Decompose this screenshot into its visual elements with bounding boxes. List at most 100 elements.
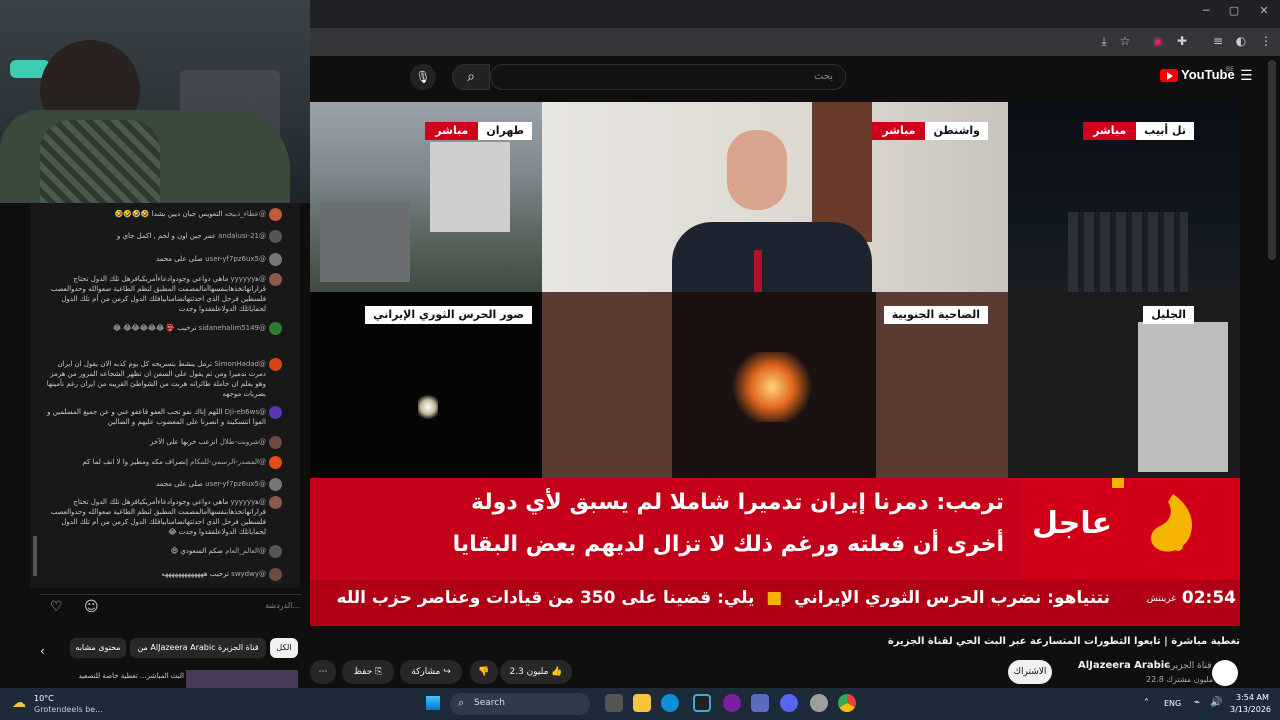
tile-irgc-images: صور الحرس الثوري الإيراني (310, 292, 542, 478)
related-title[interactable]: البث المباشر... تغطية خاصة للتصعيد (44, 672, 184, 680)
weather-icon[interactable]: ☁ (12, 695, 26, 711)
webcam-overlay (0, 0, 310, 203)
app-icon-2[interactable] (723, 694, 741, 712)
media-control-icon[interactable]: ≡ (1210, 34, 1226, 50)
clock-date[interactable]: 3/13/2026 (1230, 705, 1271, 714)
chat-author[interactable]: @user-yf7pz6ux5 (203, 255, 266, 263)
chat-avatar[interactable] (269, 568, 282, 581)
network-icon[interactable]: ⌁ (1194, 697, 1200, 708)
start-button[interactable] (426, 696, 440, 710)
save-button[interactable]: حفظ ⎘ (342, 660, 394, 684)
extensions-puzzle-icon[interactable]: ✚ (1174, 34, 1190, 50)
tray-chevron-icon[interactable]: ˄ (1144, 698, 1149, 709)
chat-avatar[interactable] (269, 436, 282, 449)
chat-avatar[interactable] (269, 478, 282, 491)
search-icon: ⌕ (467, 69, 475, 85)
chip-channel[interactable]: من AlJazeera Arabic قناة الجزيرة (130, 638, 266, 658)
page-scrollbar[interactable] (1268, 60, 1276, 260)
voice-search-icon[interactable]: 🎙 (410, 64, 436, 90)
tile-galilee: الجليل (1008, 292, 1240, 478)
chat-input[interactable]: الدردشة... (100, 601, 300, 610)
chat-author[interactable]: @sidanehalim5149 (196, 324, 266, 332)
chat-message: @sidanehalim5149 ترحيب 👺 😂😂😂😂😂 😂 (36, 322, 284, 346)
menu-icon[interactable]: ☰ (1240, 68, 1253, 84)
discord-icon[interactable] (780, 694, 798, 712)
subscribe-button[interactable]: الاشتراك (1008, 660, 1052, 684)
chat-author[interactable]: @عطاء_ذبيحه (222, 210, 266, 218)
emoji-icon[interactable]: ☺ (84, 599, 99, 615)
chat-avatar[interactable] (269, 406, 282, 419)
search-input[interactable]: بحث (490, 64, 846, 90)
chat-text: ترحيب هههههههههههههه (161, 570, 229, 578)
chat-avatar[interactable] (269, 208, 282, 221)
chat-avatar[interactable] (269, 253, 282, 266)
chat-message-text: @ﻫyyyyyy ماهي دواعي وجودوادعاءأمريكيافره… (38, 274, 266, 314)
tile-washington: مباشر واشنطن (542, 102, 1008, 292)
chat-avatar[interactable] (269, 273, 282, 286)
chat-author[interactable]: @المصدر-الرسمي-للمكام (188, 458, 266, 466)
chat-author[interactable]: @andalusi-21 (216, 232, 266, 240)
chat-author[interactable]: @swydwy (229, 570, 266, 578)
subscriber-count: 22.8 مليون مشترك (1146, 675, 1214, 684)
channel-avatar[interactable] (1212, 660, 1238, 686)
app-icon-4[interactable] (810, 694, 828, 712)
chat-text: إنصراف مكه ومطيز وا لا انف لما كم (82, 458, 188, 466)
chat-avatar[interactable] (269, 322, 282, 335)
app-icon[interactable] (693, 694, 711, 712)
chat-message-text: @user-yf7pz6ux5 صلى على محمد (38, 479, 266, 489)
chat-input-bar: الدردشة... ☺ ♡ (40, 594, 302, 620)
chat-author[interactable]: @ﻫyyyyyy (228, 275, 266, 283)
volume-icon[interactable]: 🔊 (1210, 697, 1222, 708)
weather-temp: 10°C (34, 694, 54, 703)
breaking-label: عاجل (1032, 506, 1113, 541)
chat-author[interactable]: @ﻫyyyyyy (228, 498, 266, 506)
tile-tehran: مباشر طهران (310, 102, 542, 292)
chat-message: @SimonHadad ترمل ينشط بتسريحه كل يوم كذب… (36, 358, 284, 398)
chat-avatar[interactable] (269, 496, 282, 509)
chat-author[interactable]: @SimonHadad (212, 360, 266, 368)
menu-dots-icon[interactable]: ⋮ (1258, 34, 1274, 50)
heart-icon[interactable]: ♡ (50, 599, 63, 615)
share-button[interactable]: مشاركة ↪ (400, 660, 462, 684)
chat-author[interactable]: @شروبت-طلال (217, 438, 266, 446)
maximize-button[interactable]: ▢ (1224, 4, 1244, 22)
chat-avatar[interactable] (269, 456, 282, 469)
minimize-button[interactable]: ─ (1196, 4, 1216, 22)
video-player[interactable]: مباشر طهران مباشر واشنطن مباشر تل أبيب صور … (310, 102, 1240, 626)
profile-icon[interactable]: ◐ (1233, 34, 1249, 50)
edge-icon[interactable] (661, 694, 679, 712)
chrome-icon[interactable] (838, 694, 856, 712)
related-thumbnail[interactable] (186, 670, 298, 688)
app-icon-3[interactable] (751, 694, 769, 712)
clock-time[interactable]: 3:54 AM (1236, 693, 1269, 702)
chat-avatar[interactable] (269, 230, 282, 243)
chat-avatar[interactable] (269, 545, 282, 558)
more-actions-button[interactable]: ⋯ (310, 660, 336, 684)
taskview-icon[interactable] (605, 694, 623, 712)
browser-toolbar (310, 28, 1280, 56)
taskbar-search[interactable]: ⌕ Search (450, 693, 590, 715)
channel-name[interactable]: AlJazeera Arabic (1078, 660, 1170, 671)
breaking-label-box: عاجل (1022, 478, 1240, 580)
chat-author[interactable]: @user-yf7pz6ux5 (203, 480, 266, 488)
tile-label: الجليل (1143, 306, 1194, 324)
youtube-logo-icon[interactable] (1160, 69, 1178, 82)
tile-label: مباشر واشنطن (872, 122, 988, 140)
bookmark-star-icon[interactable]: ☆ (1117, 34, 1133, 50)
chat-author[interactable]: @Dji-eb6ws (222, 408, 266, 416)
channel-subname: قناة الجزيرة (1166, 661, 1212, 671)
tile-label: مباشر طهران (425, 122, 532, 140)
close-button[interactable]: ✕ (1254, 4, 1274, 22)
chip-all[interactable]: الكل (270, 638, 298, 658)
chat-author[interactable]: @العالم_العام (223, 547, 266, 555)
like-button[interactable]: 2.3 مليون 👍 (500, 660, 572, 684)
file-explorer-icon[interactable] (633, 694, 651, 712)
search-button[interactable]: ⌕ (452, 64, 490, 90)
chip-related[interactable]: محتوى مشابه (70, 638, 126, 658)
dislike-button[interactable]: 👎 (470, 660, 498, 684)
chat-avatar[interactable] (269, 358, 282, 371)
chat-message: @المصدر-الرسمي-للمكام إنصراف مكه ومطيز و… (36, 456, 284, 469)
install-icon[interactable]: ⤓ (1096, 34, 1112, 50)
lang-indicator[interactable]: ENG (1164, 699, 1181, 708)
extension-icon[interactable]: ◉ (1150, 34, 1166, 50)
